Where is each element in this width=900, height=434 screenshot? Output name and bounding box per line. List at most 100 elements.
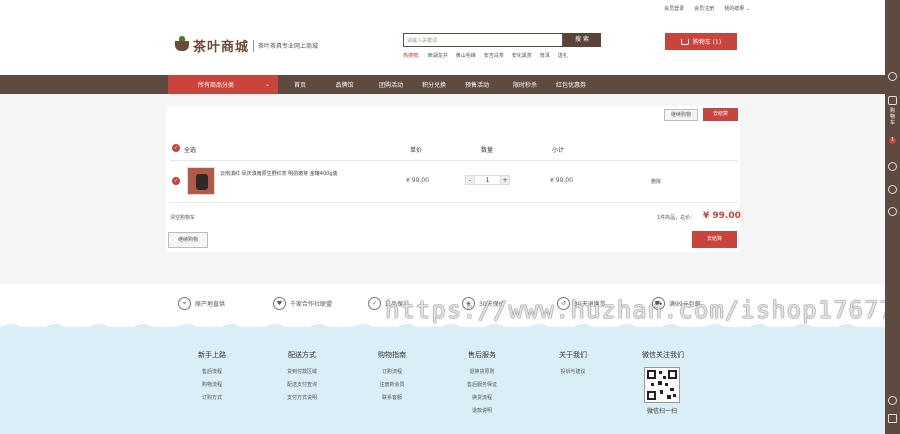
register-link[interactable]: 会员注册 (694, 5, 714, 12)
watermark-text: https://www.huzhan.com/ishop17677 (385, 296, 895, 324)
nav-items: 首页 品牌馆 团购活动 积分兑换 预售活动 限时秒杀 红包优惠券 (280, 75, 593, 94)
logo-divider (253, 39, 255, 52)
footer-col-title: 售后服务 (468, 351, 496, 359)
footer-link[interactable]: 购物流程 (182, 379, 242, 392)
qr-small-icon[interactable] (888, 414, 897, 423)
history-icon[interactable] (888, 162, 897, 171)
top-links: 会员登录 会员注册 我的缤果 ⌄ (664, 5, 750, 12)
nav-item-home[interactable]: 首页 (280, 80, 320, 89)
cart-icon (680, 38, 689, 45)
badge-icon: ✓ (368, 297, 381, 310)
increase-button[interactable]: + (500, 175, 510, 185)
hot-word[interactable]: 送礼 (558, 52, 568, 59)
select-all-label: 全选 (184, 147, 197, 154)
location-pin-icon: ⌖ (178, 297, 191, 310)
hot-word[interactable]: 安化黑茶 (512, 52, 532, 59)
summary-total: ¥ 99.00 (703, 211, 741, 221)
summary-count: 1件商品，总价： (657, 215, 696, 221)
hot-word[interactable]: 西湖龙井 (428, 52, 448, 59)
decrease-button[interactable]: - (465, 175, 475, 185)
clear-cart-link[interactable]: 清空购物车 (170, 214, 195, 221)
wechat-caption: 微信扫一扫 (646, 408, 677, 415)
hot-word[interactable]: 安吉白茶 (484, 52, 504, 59)
item-price: ¥ 99.00 (406, 177, 429, 184)
continue-shopping-button[interactable]: 继续购物 (168, 232, 208, 248)
back-to-top-icon[interactable] (888, 396, 897, 405)
hot-word[interactable]: 普洱 (540, 52, 550, 59)
search-button[interactable]: 搜 索 (563, 33, 601, 47)
nav-item-coupons[interactable]: 红包优惠券 (549, 80, 593, 89)
header-cart-button[interactable]: 购物车 (1) (665, 33, 737, 50)
quantity-stepper: - 1 + (465, 175, 510, 185)
nav-item-group-buy[interactable]: 团购活动 (367, 80, 415, 89)
footer-link[interactable]: 订购流程 (362, 366, 422, 379)
hot-word[interactable]: 黄山毛峰 (456, 52, 476, 59)
wechat-qr-code (644, 367, 680, 403)
footer-link[interactable]: 换货流程 (452, 392, 512, 405)
item-checkbox[interactable]: ✓ (172, 177, 180, 185)
footer-link[interactable]: 退款说明 (452, 405, 512, 418)
divider (170, 160, 738, 161)
item-subtotal: ¥ 99.00 (550, 177, 573, 184)
footer-link[interactable]: 注册新会员 (362, 379, 422, 392)
user-icon[interactable] (888, 72, 897, 81)
col-price-header: 单价 (410, 147, 423, 154)
col-qty-header: 数量 (481, 147, 494, 154)
chevron-down-icon: ⌄ (745, 6, 750, 12)
login-link[interactable]: 会员登录 (664, 5, 684, 12)
checkout-button[interactable]: 去结算 (692, 231, 737, 248)
cart-button-label: 购物车 (1) (692, 39, 722, 46)
feature-label: 千家合作社联盟 (290, 301, 333, 308)
sidebar-cart-label[interactable]: 购物车 (889, 108, 896, 126)
feature-origin: ⌖ 原产地直供 (178, 297, 225, 310)
footer-link[interactable]: 投诉与建议 (543, 366, 603, 379)
site-logo[interactable]: 茶叶商城 茶叶茶具专业网上商城 (175, 35, 319, 55)
footer-link[interactable]: 货到付款区域 (272, 366, 332, 379)
footer-link[interactable]: 订购方式 (182, 392, 242, 405)
hot-label: 热搜榜: (403, 53, 420, 59)
all-categories-label: 所有商品分类 (198, 82, 235, 89)
divider (170, 202, 738, 203)
footer-link[interactable]: 售后流程 (182, 366, 242, 379)
footer-col-delivery: 配送方式 货到付款区域 配送支付查询 支付方式说明 (272, 350, 332, 405)
footer-col-guide: 购物指南 订购流程 注册新会员 联系客服 (362, 350, 422, 405)
product-name[interactable]: 云南滇红 凤庆滇南原生野红茶 明前嫩芽 金罐400g装 (220, 170, 380, 177)
cart-icon[interactable] (888, 96, 897, 105)
footer-col-title: 关于我们 (559, 351, 587, 359)
nav-item-brands[interactable]: 品牌馆 (322, 80, 367, 89)
search-input[interactable]: 请输入关键词 (403, 33, 563, 47)
qr-code-icon (647, 370, 677, 400)
nav-item-presale[interactable]: 预售活动 (453, 80, 501, 89)
wechat-title: 微信关注我们 (642, 351, 684, 359)
star-icon[interactable] (888, 185, 897, 194)
footer-link[interactable]: 退换货原则 (452, 366, 512, 379)
checkout-button-top[interactable]: 去结算 (703, 108, 738, 121)
footer-link[interactable]: 联系客服 (362, 392, 422, 405)
nav-item-points[interactable]: 积分兑换 (415, 80, 453, 89)
footer-col-wechat: 微信关注我们 (633, 350, 693, 366)
right-sidebar: 购物车 1 (885, 0, 900, 434)
product-image[interactable] (187, 167, 215, 195)
footer-col-about: 关于我们 投诉与建议 (543, 350, 603, 379)
nav-item-flash-sale[interactable]: 限时秒杀 (501, 80, 549, 89)
footer-link[interactable]: 配送支付查询 (272, 379, 332, 392)
sidebar-cart-count: 1 (889, 137, 896, 144)
footer-col-service: 售后服务 退换货原则 售后服务保证 换货流程 退款说明 (452, 350, 512, 418)
col-subtotal-header: 小计 (552, 147, 565, 154)
quantity-input[interactable]: 1 (475, 175, 500, 185)
select-all-checkbox[interactable]: ✓ (172, 144, 180, 152)
heart-icon: ♥ (273, 297, 286, 310)
feature-label: 原产地直供 (195, 301, 226, 308)
delete-item-link[interactable]: 删除 (651, 178, 661, 185)
chevron-down-icon: ⌄ (264, 81, 270, 88)
tea-cup-icon (175, 35, 189, 51)
my-account-link[interactable]: 我的缤果 ⌄ (724, 5, 750, 12)
all-categories-menu[interactable]: 所有商品分类 ⌄ (168, 75, 278, 94)
footer-col-title: 新手上路 (198, 351, 226, 359)
footer-link[interactable]: 支付方式说明 (272, 392, 332, 405)
logo-title: 茶叶商城 (193, 40, 250, 55)
coupon-icon[interactable] (888, 207, 897, 216)
continue-shopping-button-top[interactable]: 继续购物 (664, 109, 698, 121)
footer-link[interactable]: 售后服务保证 (452, 379, 512, 392)
logo-subtitle: 茶叶茶具专业网上商城 (258, 43, 319, 50)
